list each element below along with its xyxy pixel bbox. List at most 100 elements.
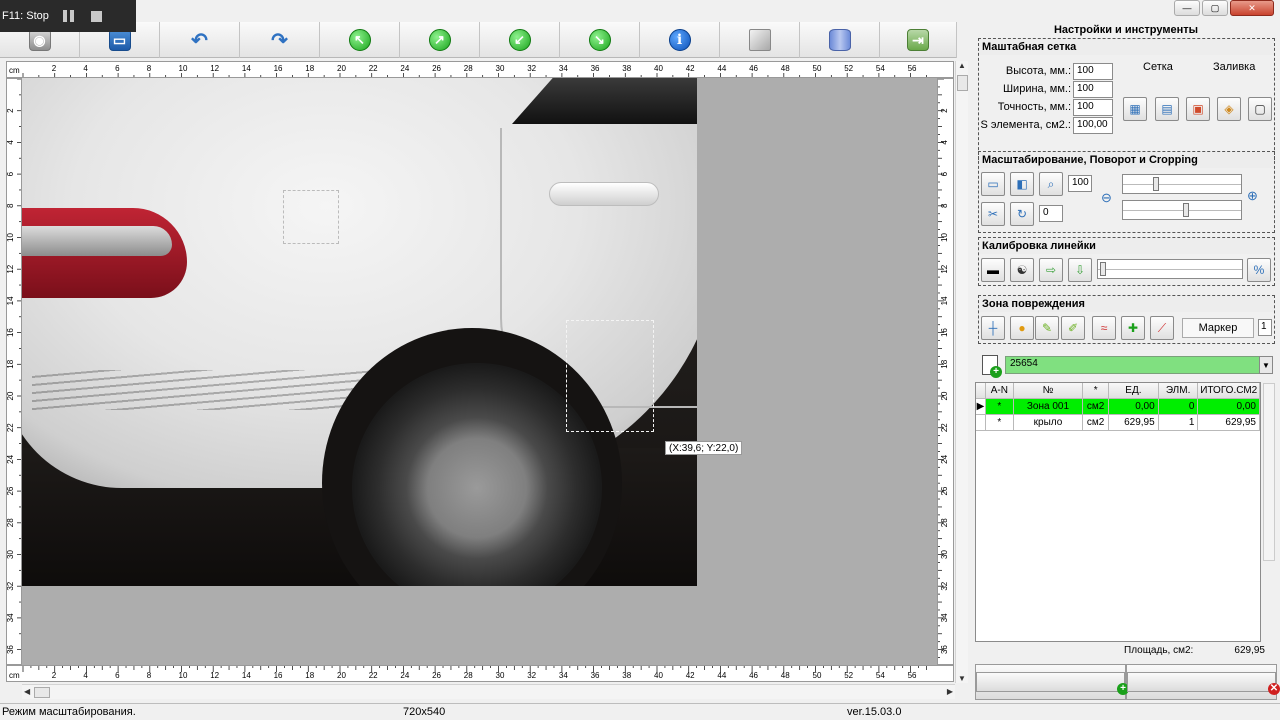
horizontal-ruler-top: cm 2 4 6 8 10 12 14 16 18 20 22 24 26 28 30 32 34 36 38 40 42… bbox=[6, 61, 954, 78]
vehicle-id-field[interactable]: 25654 bbox=[1005, 356, 1273, 374]
width-label: Ширина, мм.: bbox=[1002, 83, 1071, 95]
chevron-down-icon[interactable]: ▼ bbox=[1259, 356, 1273, 374]
grid-style-2-icon[interactable]: ▤ bbox=[1155, 97, 1179, 121]
info-button[interactable]: i bbox=[640, 22, 720, 58]
arrow-right-icon[interactable]: ⇨ bbox=[1039, 258, 1063, 282]
add-zone-icon[interactable]: ✚ bbox=[1121, 316, 1145, 340]
zoom-in-icon[interactable]: ⊕ bbox=[1247, 188, 1258, 204]
ruler-tick-label: 24 bbox=[7, 454, 15, 463]
table-scrollbar[interactable] bbox=[1263, 383, 1275, 561]
add-record-button[interactable]: + bbox=[975, 664, 1129, 700]
selection-box-2[interactable] bbox=[566, 320, 654, 432]
select-rect-icon[interactable]: ▭ bbox=[981, 172, 1005, 196]
zoom-group: Масштабирование, Поворот и Cropping ▭ ◧ … bbox=[978, 151, 1275, 233]
pause-icon[interactable] bbox=[62, 10, 77, 22]
move-up-right-button[interactable]: ↗ bbox=[400, 22, 480, 58]
stop-icon[interactable] bbox=[90, 10, 102, 22]
delete-record-button[interactable]: ✕ bbox=[1126, 664, 1280, 700]
zoom-header: Масштабирование, Поворот и Cropping bbox=[979, 152, 1274, 168]
scroll-right-icon[interactable]: ▶ bbox=[947, 687, 953, 696]
move-up-left-button[interactable]: ↖ bbox=[320, 22, 400, 58]
fit-icon[interactable]: ◧ bbox=[1010, 172, 1034, 196]
height-input[interactable]: 100 bbox=[1073, 63, 1113, 80]
polyline-icon[interactable]: ⟋ bbox=[1150, 316, 1174, 340]
ruler-tick-label: 36 bbox=[591, 671, 600, 680]
recorder-label[interactable]: F11: Stop bbox=[2, 10, 49, 22]
selection-box-1[interactable] bbox=[283, 190, 339, 244]
table-row[interactable]: * крыло см2 629,95 1 629,95 bbox=[976, 415, 1260, 431]
width-input[interactable]: 100 bbox=[1073, 81, 1113, 98]
rotate-slider[interactable] bbox=[1122, 200, 1242, 220]
cube-button[interactable] bbox=[720, 22, 800, 58]
col-number[interactable]: № bbox=[1013, 383, 1084, 399]
rotate-value-input[interactable]: 0 bbox=[1039, 205, 1063, 222]
recorder-overlay: F11: Stop bbox=[0, 0, 136, 32]
zoom-out-icon[interactable]: ⊖ bbox=[1101, 190, 1112, 206]
image-canvas[interactable]: (X:39,6; Y:22,0) bbox=[22, 78, 937, 665]
close-button[interactable]: ✕ bbox=[1230, 0, 1274, 16]
scroll-down-icon[interactable]: ▼ bbox=[958, 674, 966, 683]
ruler-tick-label: 10 bbox=[7, 233, 15, 242]
yin-yang-icon[interactable]: ☯ bbox=[1010, 258, 1034, 282]
grid-style-1-icon[interactable]: ▦ bbox=[1123, 97, 1147, 121]
ruler-tick-label: 22 bbox=[940, 423, 949, 432]
maximize-button[interactable]: ▢ bbox=[1202, 0, 1228, 16]
freeform-icon[interactable]: ≈ bbox=[1092, 316, 1116, 340]
ruler-ticks-left: 24681012141618202224262830323436 bbox=[7, 79, 21, 654]
zoom-value-input[interactable]: 100 bbox=[1068, 175, 1092, 192]
move-down-left-button[interactable]: ↙ bbox=[480, 22, 560, 58]
canvas-vertical-scrollbar[interactable]: ▲ ▼ bbox=[955, 61, 968, 683]
ruler-tick-label: 24 bbox=[940, 454, 949, 463]
vehicle-combo[interactable]: + 25654 ▼ bbox=[979, 354, 1273, 378]
ruler-ticks-bottom: cm 2 4 6 8 10 12 14 16 18 20 22 24 26 28 30 32 34 36 38 40 42… bbox=[9, 666, 927, 680]
table-row[interactable]: ▶ * Зона 001 см2 0,00 0 0,00 bbox=[976, 399, 1260, 415]
scroll-left-icon[interactable]: ◀ bbox=[24, 687, 30, 696]
percent-icon[interactable]: % bbox=[1247, 258, 1271, 282]
zoom-icon[interactable]: ⌕ bbox=[1039, 172, 1063, 196]
car-photo[interactable] bbox=[22, 78, 697, 586]
grid-style-5-icon[interactable]: ▢ bbox=[1248, 97, 1272, 121]
col-total[interactable]: ИТОГО.СМ2 bbox=[1198, 383, 1261, 399]
canvas-horizontal-scrollbar[interactable]: ◀ ▶ bbox=[22, 684, 955, 699]
lasso-icon[interactable]: ● bbox=[1010, 316, 1034, 340]
arrow-down-right-icon: ↘ bbox=[588, 29, 611, 51]
add-document-icon[interactable]: + bbox=[979, 354, 1002, 378]
ruler-tick-label: 40 bbox=[654, 64, 663, 73]
minimize-button[interactable]: — bbox=[1174, 0, 1200, 16]
database-button[interactable] bbox=[800, 22, 880, 58]
scratch-marks-image bbox=[32, 370, 372, 410]
scroll-thumb-horizontal[interactable] bbox=[34, 687, 50, 698]
ruler-tick-label: 20 bbox=[940, 391, 949, 400]
rotate-icon[interactable]: ↻ bbox=[1010, 202, 1034, 226]
precision-input[interactable]: 100 bbox=[1073, 99, 1113, 116]
ruler-tick-label: 10 bbox=[179, 671, 188, 680]
undo-button[interactable]: ↶ bbox=[160, 22, 240, 58]
col-an[interactable]: A-N bbox=[985, 383, 1014, 399]
crop-icon[interactable]: ✂ bbox=[981, 202, 1005, 226]
zoom-slider[interactable] bbox=[1122, 174, 1242, 194]
grid-style-4-icon[interactable]: ◈ bbox=[1217, 97, 1241, 121]
ruler-tick-label: 22 bbox=[7, 423, 15, 432]
pencil-icon[interactable]: ✎ bbox=[1035, 316, 1059, 340]
ruler-tick-label: 36 bbox=[591, 64, 600, 73]
col-elements[interactable]: ЭЛМ. bbox=[1158, 383, 1199, 399]
exit-button[interactable]: ⇥ bbox=[880, 22, 957, 58]
fill-tab[interactable]: Заливка bbox=[1213, 61, 1255, 73]
element-area-input[interactable]: 100,00 bbox=[1073, 117, 1113, 134]
eraser-icon[interactable]: ✐ bbox=[1061, 316, 1085, 340]
coordinate-readout: (X:39,6; Y:22,0) bbox=[665, 441, 743, 455]
calibration-slider[interactable] bbox=[1097, 259, 1243, 279]
crosshair-icon[interactable]: ┼ bbox=[981, 316, 1005, 340]
grid-tab[interactable]: Сетка bbox=[1143, 61, 1173, 73]
scroll-thumb-vertical[interactable] bbox=[957, 75, 968, 91]
move-down-right-button[interactable]: ↘ bbox=[560, 22, 640, 58]
marker-number-input[interactable]: 1 bbox=[1258, 319, 1272, 336]
col-unit[interactable]: ЕД. bbox=[1109, 383, 1159, 399]
scroll-up-icon[interactable]: ▲ bbox=[958, 61, 966, 70]
ruler-unit-label: cm bbox=[9, 66, 20, 75]
col-star[interactable]: * bbox=[1083, 383, 1110, 399]
redo-button[interactable]: ↷ bbox=[240, 22, 320, 58]
black-line-icon[interactable]: ▬ bbox=[981, 258, 1005, 282]
arrow-down-icon[interactable]: ⇩ bbox=[1068, 258, 1092, 282]
grid-style-3-icon[interactable]: ▣ bbox=[1186, 97, 1210, 121]
